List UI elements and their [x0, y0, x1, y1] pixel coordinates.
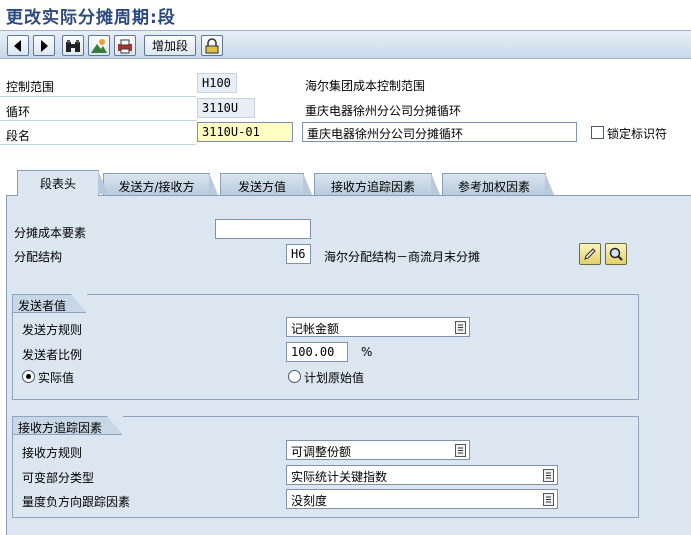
receiver-rule-label: 接收方规则	[22, 446, 83, 460]
allocation-structure-input[interactable]: H6	[286, 244, 311, 264]
tab-sender-receiver[interactable]: 发送方/接收方	[103, 173, 219, 197]
actual-values-radio[interactable]	[22, 370, 35, 383]
next-button[interactable]	[33, 35, 55, 56]
sender-values-group: 发送者值 发送方规则 记帐金额 发送者比例 100.00 % 实际值 计划原始值	[12, 294, 639, 400]
sender-values-title: 发送者值	[12, 294, 88, 313]
print-button[interactable]	[114, 35, 136, 56]
sender-rule-label: 发送方规则	[22, 323, 83, 337]
allocation-structure-label: 分配结构	[14, 250, 63, 264]
cycle-description: 重庆电器徐州分公司分摊循环	[305, 104, 462, 118]
scale-negative-dropdown[interactable]: 没刻度	[286, 489, 558, 509]
tab-reference-weighting[interactable]: 参考加权因素	[442, 173, 555, 197]
sender-share-label: 发送者比例	[22, 348, 83, 362]
page-title: 更改实际分摊周期:段	[6, 8, 176, 28]
tab-strip: 段表头 发送方/接收方 发送方值 接收方追踪因素 参考加权因素	[0, 170, 691, 197]
cost-element-input[interactable]	[215, 219, 311, 239]
scale-negative-label: 量度负方向跟踪因素	[22, 495, 131, 509]
controlling-area-field[interactable]: H100	[197, 73, 237, 93]
add-segment-button[interactable]: 增加段	[144, 35, 196, 56]
variable-portion-type-value: 实际统计关键指数	[291, 470, 388, 484]
sender-share-input[interactable]: 100.00	[286, 342, 348, 362]
triangle-right-icon	[41, 39, 48, 52]
allocation-structure-description: 海尔分配结构－商流月末分摊	[324, 250, 481, 264]
sender-rule-value: 记帐金额	[291, 322, 340, 336]
segment-description-input[interactable]: 重庆电器徐州分公司分摊循环	[302, 122, 577, 142]
title-bar: 更改实际分摊周期:段	[0, 0, 691, 30]
lock-icon	[205, 37, 219, 53]
dropdown-list-icon	[543, 469, 554, 482]
sender-share-unit: %	[361, 345, 373, 359]
person-mountain-icon	[91, 38, 107, 53]
plan-values-radio[interactable]	[288, 370, 301, 383]
receiver-rule-dropdown[interactable]: 可调整份额	[286, 440, 470, 460]
cost-element-label: 分摊成本要素	[14, 226, 87, 240]
previous-button[interactable]	[7, 35, 29, 56]
segment-name-input[interactable]: 3110U-01	[197, 122, 293, 142]
segment-name-label: 段名	[6, 129, 31, 143]
pencil-icon	[584, 248, 596, 260]
edit-structure-button[interactable]	[579, 243, 601, 265]
tab-segment-header[interactable]: 段表头	[17, 170, 108, 196]
triangle-left-icon	[14, 39, 21, 52]
lock-indicator-checkbox[interactable]	[591, 126, 604, 139]
separator-line	[0, 96, 196, 97]
plan-values-label: 计划原始值	[304, 371, 365, 385]
cycle-label: 循环	[6, 105, 31, 119]
tab-panel: 分摊成本要素 分配结构 H6 海尔分配结构－商流月末分摊 发送者值 发送方规则 …	[6, 195, 691, 535]
controlling-area-description: 海尔集团成本控制范围	[305, 79, 426, 93]
display-person-button[interactable]	[88, 35, 110, 56]
sender-rule-dropdown[interactable]: 记帐金额	[286, 317, 470, 337]
variable-portion-type-label: 可变部分类型	[22, 471, 95, 485]
tab-receiver-tracing[interactable]: 接收方追踪因素	[314, 173, 441, 197]
dropdown-list-icon	[455, 444, 466, 457]
display-structure-button[interactable]	[605, 243, 627, 265]
header-fields: 控制范围 H100 海尔集团成本控制范围 循环 3110U 重庆电器徐州分公司分…	[0, 60, 691, 168]
separator-line	[0, 120, 196, 121]
application-toolbar: 增加段	[0, 30, 691, 59]
separator-line	[0, 144, 196, 145]
find-button[interactable]	[62, 35, 84, 56]
controlling-area-label: 控制范围	[6, 80, 55, 94]
scale-negative-value: 没刻度	[291, 494, 328, 508]
tab-sender-values[interactable]: 发送方值	[220, 173, 313, 197]
cycle-field[interactable]: 3110U	[197, 98, 255, 118]
magnifier-icon	[609, 247, 623, 261]
actual-values-label: 实际值	[38, 371, 75, 385]
dropdown-list-icon	[455, 321, 466, 334]
lock-indicator-label: 锁定标识符	[607, 127, 668, 141]
receiver-rule-value: 可调整份额	[291, 445, 352, 459]
transport-button[interactable]	[201, 35, 223, 56]
receiver-tracing-title: 接收方追踪因素	[12, 416, 124, 435]
receiver-tracing-group: 接收方追踪因素 接收方规则 可调整份额 可变部分类型 实际统计关键指数 量度负方…	[12, 416, 639, 518]
binoculars-icon	[66, 39, 80, 52]
variable-portion-type-dropdown[interactable]: 实际统计关键指数	[286, 465, 558, 485]
dropdown-list-icon	[543, 493, 554, 506]
printer-icon	[118, 39, 132, 53]
